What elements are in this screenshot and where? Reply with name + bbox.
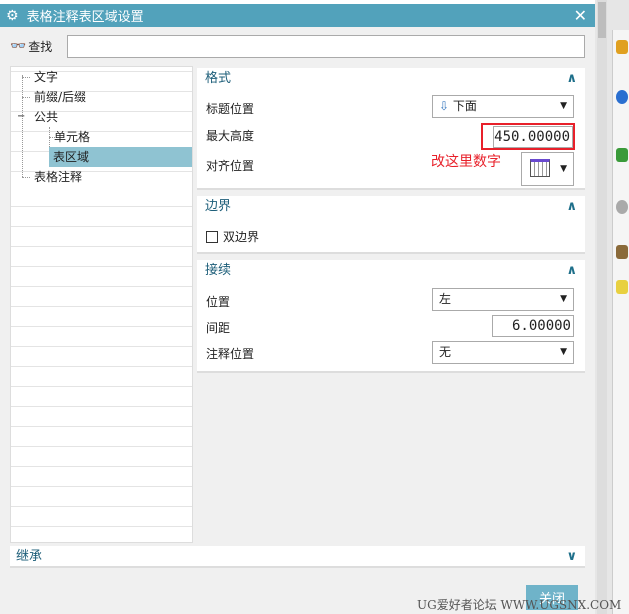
- checkbox-icon[interactable]: [206, 230, 218, 243]
- align-position-label: 对齐位置: [206, 159, 255, 173]
- note-position-label: 注释位置: [206, 347, 255, 361]
- tool-icon[interactable]: [616, 148, 628, 162]
- background-scrollbar[interactable]: [597, 0, 607, 614]
- format-section: 格式 ∧ 标题位置 ⇩ 下面 ▼ 最大高度 450.00000 对齐位置 改这里数字…: [197, 68, 585, 190]
- border-header[interactable]: 边界 ∧: [197, 196, 585, 218]
- dropdown-arrow-icon: ▼: [560, 347, 567, 357]
- background-app: [595, 0, 629, 614]
- close-icon[interactable]: ✕: [574, 6, 587, 25]
- format-title: 格式: [205, 71, 232, 86]
- dropdown-arrow-icon: ▼: [560, 294, 567, 304]
- continuation-section: 接续 ∧ 位置 左 ▼ 间距 6.00000 注释位置 无 ▼: [197, 260, 585, 373]
- format-header[interactable]: 格式 ∧: [197, 68, 585, 90]
- arrow-down-icon: ⇩: [439, 99, 450, 113]
- gear-icon: ⚙: [6, 7, 19, 24]
- spacing-label: 间距: [206, 321, 231, 335]
- tree-item-text[interactable]: 文字: [31, 67, 61, 87]
- spacing-input[interactable]: 6.00000: [492, 315, 574, 337]
- border-section: 边界 ∧ 双边界: [197, 196, 585, 254]
- double-border-checkbox[interactable]: 双边界: [206, 228, 259, 245]
- binoculars-icon: 👓: [10, 39, 27, 54]
- tree-item-prefix-suffix[interactable]: 前缀/后缀: [31, 87, 89, 107]
- clock-icon[interactable]: [616, 200, 628, 214]
- dialog-title: 表格注释表区域设置: [26, 10, 144, 25]
- tree-item-cell[interactable]: 单元格: [51, 127, 93, 147]
- watermark: UG爱好者论坛 WWW.UGSNX.COM: [417, 598, 622, 612]
- title-position-label: 标题位置: [206, 102, 255, 116]
- chevron-up-icon[interactable]: ∧: [566, 68, 577, 90]
- dropdown-arrow-icon: ▼: [560, 164, 567, 174]
- star-icon[interactable]: [616, 280, 628, 294]
- title-position-select[interactable]: ⇩ 下面 ▼: [432, 95, 574, 118]
- title-bar[interactable]: ⚙ 表格注释表区域设置 ✕: [0, 4, 595, 27]
- dropdown-arrow-icon: ▼: [560, 101, 567, 111]
- tree-item-table-annotation[interactable]: 表格注释: [31, 167, 85, 187]
- chevron-up-icon[interactable]: ∧: [566, 196, 577, 218]
- max-height-input[interactable]: 450.00000: [493, 126, 573, 148]
- grid-icon: [530, 159, 550, 177]
- tree-item-table-region[interactable]: 表区域: [49, 147, 192, 167]
- align-position-select[interactable]: ▼: [521, 152, 574, 186]
- continuation-header[interactable]: 接续 ∧: [197, 260, 585, 282]
- continuation-title: 接续: [205, 263, 232, 278]
- inherit-section[interactable]: 继承 ∨: [10, 546, 585, 568]
- note-position-value: 无: [439, 345, 452, 359]
- position-label: 位置: [206, 295, 231, 309]
- title-position-value: 下面: [452, 99, 477, 113]
- chevron-up-icon[interactable]: ∧: [566, 260, 577, 282]
- search-row: 👓 查找: [10, 35, 585, 58]
- note-position-select[interactable]: 无 ▼: [432, 341, 574, 364]
- max-height-label: 最大高度: [206, 129, 255, 143]
- category-tree: 文字 前缀/后缀 − 公共 单元格 表区域 表格注释: [10, 66, 193, 543]
- search-input[interactable]: [67, 35, 585, 58]
- position-value: 左: [439, 292, 452, 306]
- collapse-icon[interactable]: −: [17, 112, 25, 122]
- inherit-title: 继承: [16, 549, 43, 564]
- tool-icon[interactable]: [616, 40, 628, 54]
- annotation-text: 改这里数字: [431, 154, 501, 170]
- table-region-settings-dialog: ⚙ 表格注释表区域设置 ✕ 👓 查找 文字 前缀/后缀 − 公共 单元格 表区域…: [0, 4, 621, 614]
- search-label: 查找: [28, 40, 53, 54]
- chevron-down-icon[interactable]: ∨: [566, 546, 577, 568]
- position-select[interactable]: 左 ▼: [432, 288, 574, 311]
- tree-item-common[interactable]: 公共: [31, 107, 61, 127]
- tool-icon[interactable]: [616, 245, 628, 259]
- info-icon[interactable]: [616, 90, 628, 104]
- double-border-label: 双边界: [223, 230, 260, 244]
- border-title: 边界: [205, 199, 232, 214]
- background-toolbar: [612, 30, 629, 614]
